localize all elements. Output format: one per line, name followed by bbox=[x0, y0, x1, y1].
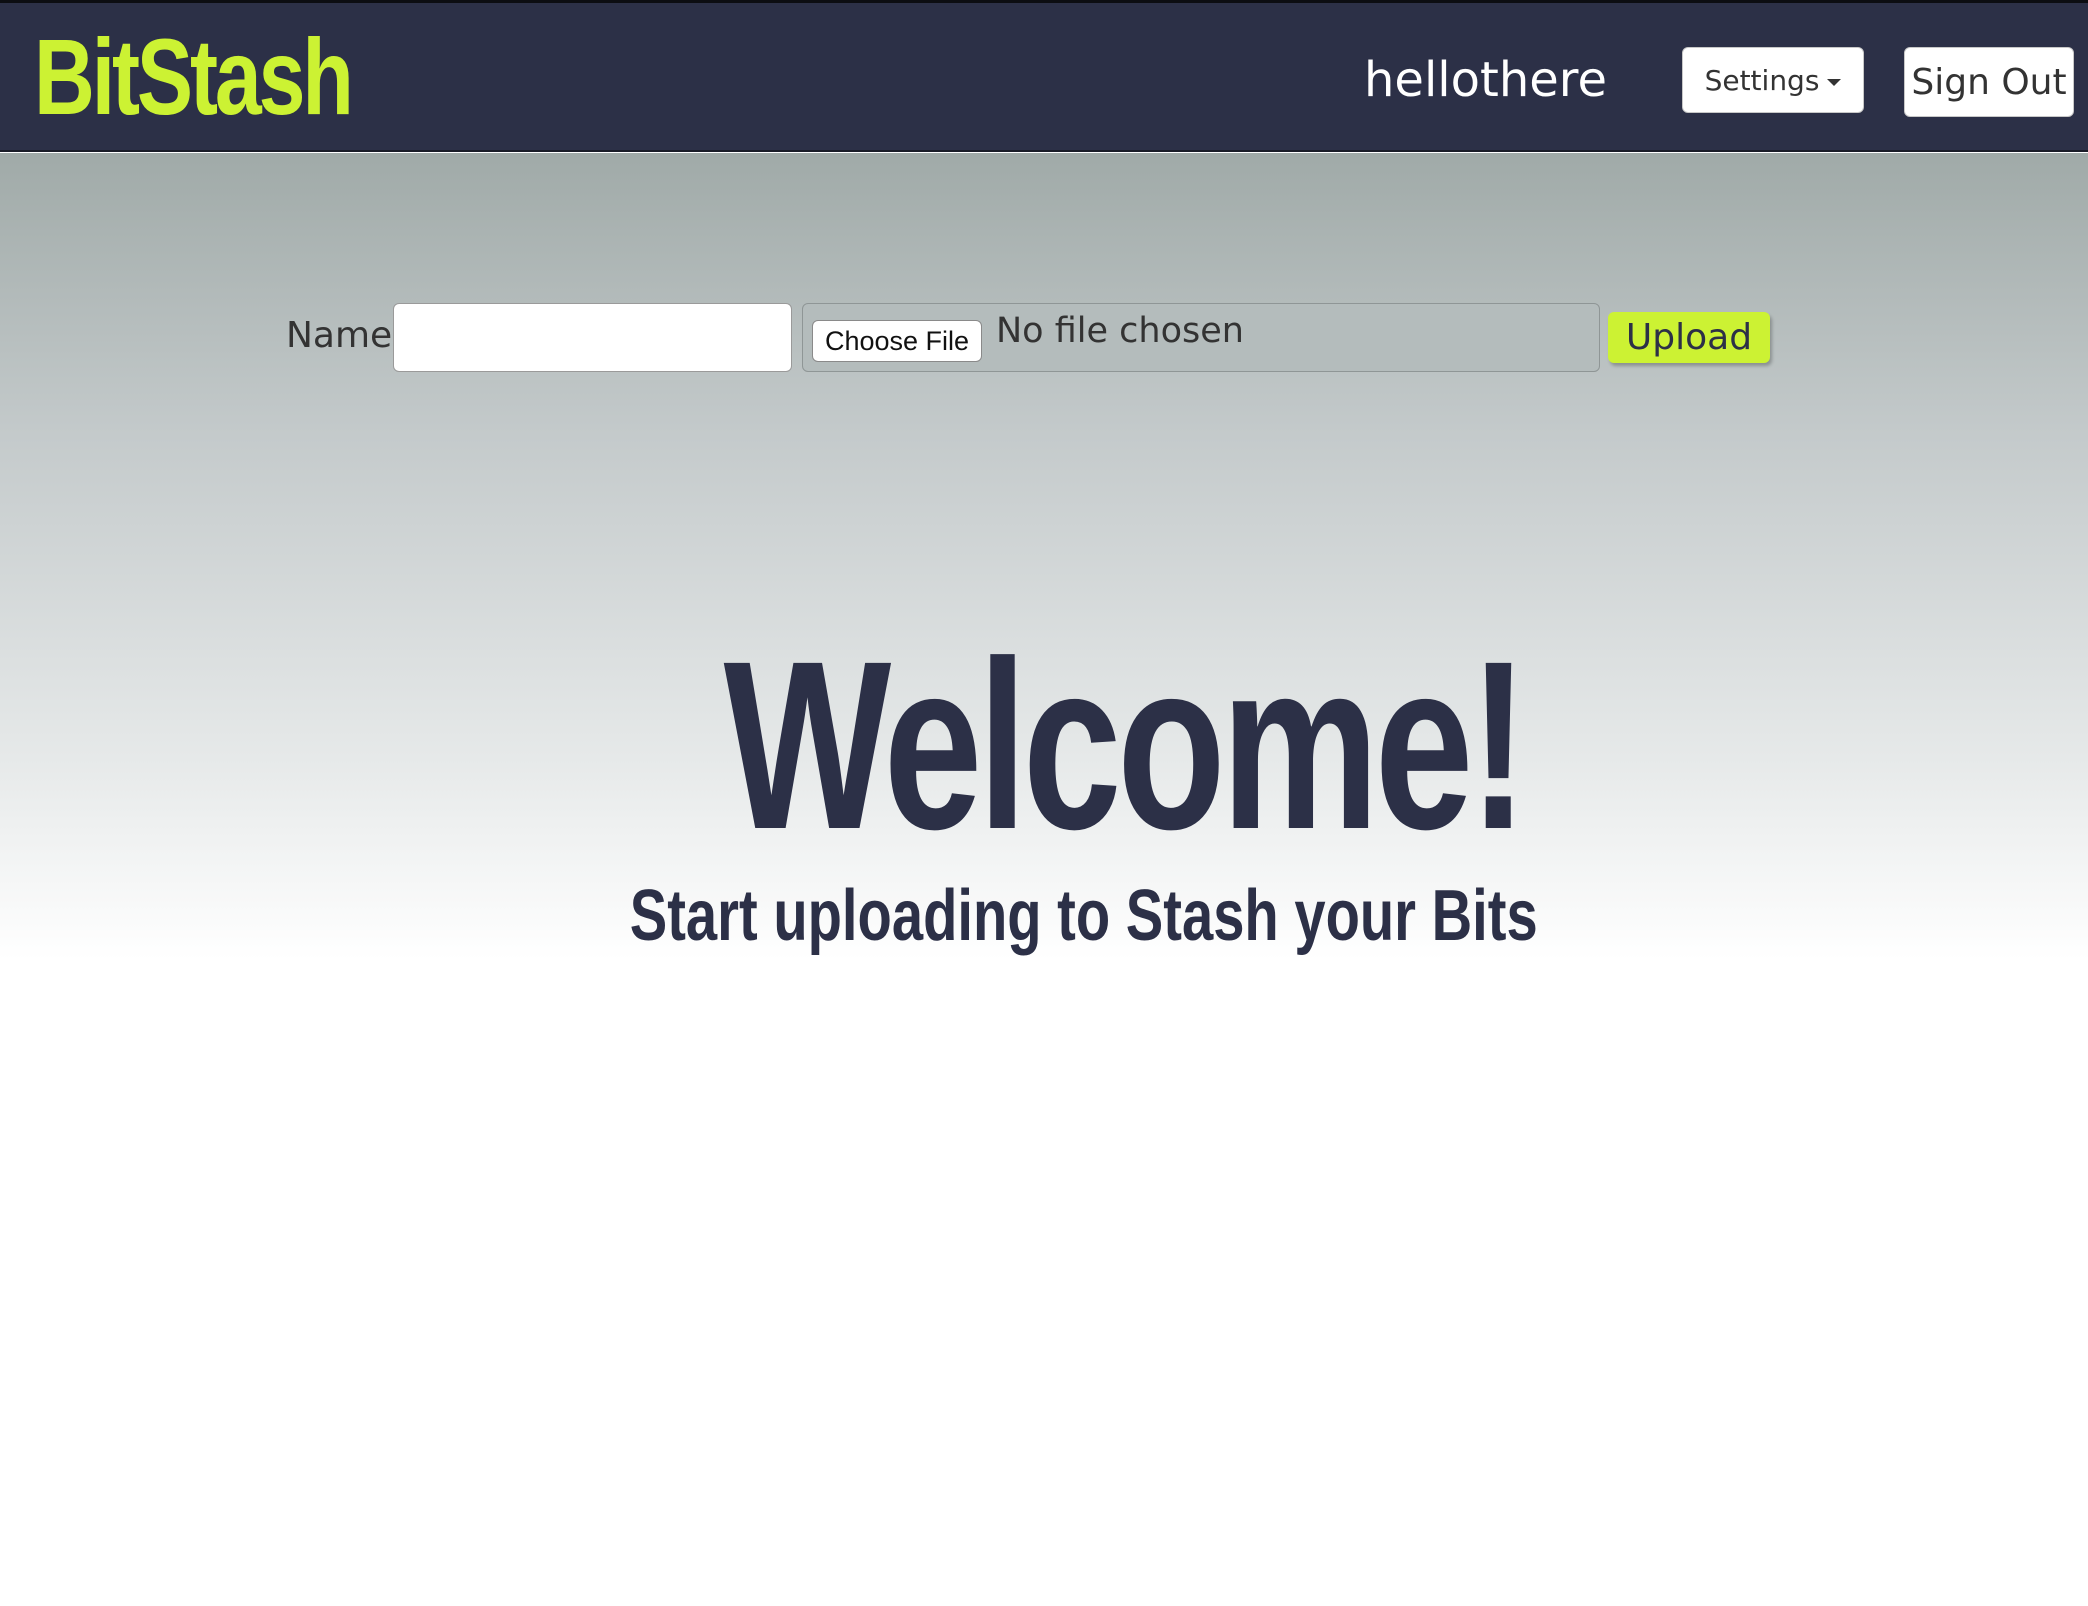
settings-label: Settings bbox=[1704, 63, 1820, 97]
navbar: BitStash hellothere Settings Sign Out bbox=[0, 3, 2088, 152]
file-status-text: No file chosen bbox=[996, 311, 1244, 351]
name-input[interactable] bbox=[393, 303, 792, 372]
brand-logo[interactable]: BitStash bbox=[34, 21, 354, 133]
welcome-subtitle: Start uploading to Stash your Bits bbox=[629, 876, 1538, 956]
upload-button[interactable]: Upload bbox=[1608, 312, 1770, 363]
caret-down-icon bbox=[1827, 78, 1842, 86]
choose-file-button[interactable]: Choose File bbox=[812, 320, 982, 362]
name-label: Name bbox=[286, 315, 393, 356]
sign-out-button[interactable]: Sign Out bbox=[1904, 47, 2074, 117]
settings-dropdown-button[interactable]: Settings bbox=[1682, 47, 1864, 113]
username-label: hellothere bbox=[1364, 52, 1607, 108]
welcome-heading: Welcome! bbox=[723, 611, 1529, 879]
